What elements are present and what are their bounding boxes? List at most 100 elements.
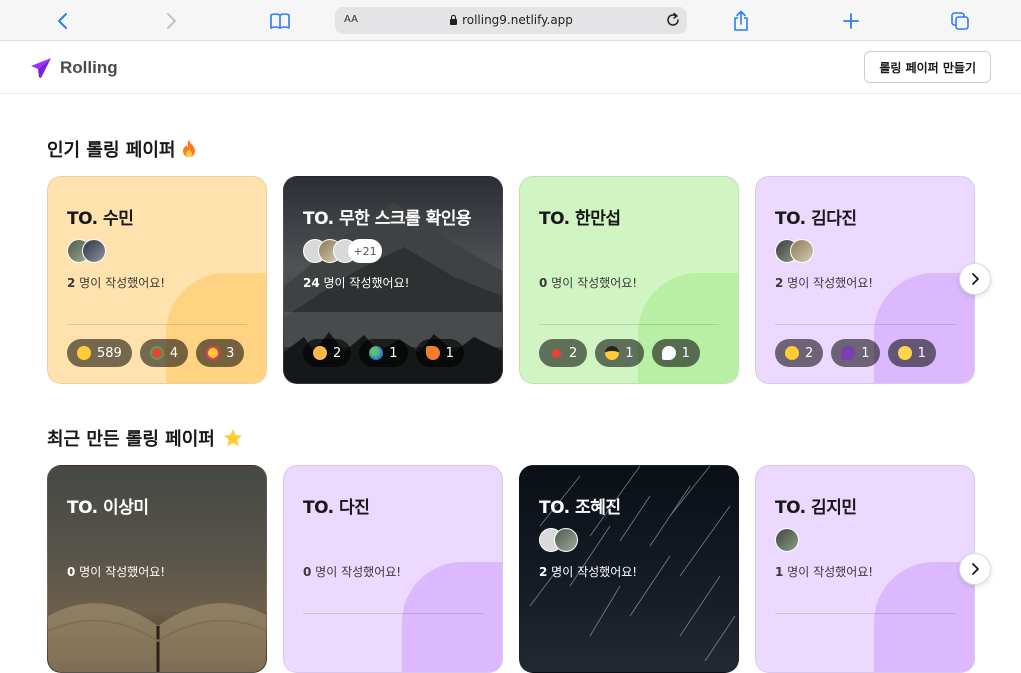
card-recipient: TO. 김지민 [775,498,857,518]
new-tab-icon[interactable] [839,9,863,33]
card-decoration [402,562,502,672]
rolling-card[interactable]: TO. 조혜진 2 명이 작성했어요! [519,465,739,673]
reaction-list: 2 1 1 [539,339,708,367]
reaction-count: 2 [333,345,342,361]
rolling-card[interactable]: TO. 이상미 0 명이 작성했어요! [47,465,267,673]
app-header: Rolling 롤링 페이퍼 만들기 [0,41,1021,94]
writer-count-suffix: 명이 작성했어요! [319,276,410,290]
reaction-count: 1 [389,345,398,361]
globe-icon [369,346,384,360]
fire-icon [181,139,197,159]
eggplant-icon [841,346,856,360]
reload-icon[interactable] [665,12,681,32]
rolling-card[interactable]: TO. 한만섭 0 명이 작성했어요! 2 1 1 [519,176,739,384]
reaction-badge[interactable]: 589 [67,339,132,367]
avatar [554,528,578,552]
reaction-list: 589 4 3 [67,339,252,367]
reaction-badge[interactable]: 1 [595,339,644,367]
card-decoration [874,273,974,383]
recent-section-title: 최근 만든 롤링 페이퍼 [47,425,243,451]
url-text: rolling9.netlify.app [462,13,573,27]
card-recipient: TO. 한만섭 [539,209,621,229]
reaction-badge[interactable]: 1 [887,339,936,367]
rolling-card[interactable]: TO. 김다진 2 명이 작성했어요! 2 1 1 [755,176,975,384]
reaction-badge[interactable]: 2 [539,339,588,367]
reaction-badge[interactable]: 4 [139,339,189,367]
divider [67,324,247,325]
smiling-face-icon [897,346,912,360]
writer-count-suffix: 명이 작성했어요! [547,276,638,290]
reaction-badge[interactable]: 2 [775,339,824,367]
divider [539,324,719,325]
popular-next-arrow-button[interactable] [959,263,991,295]
browser-toolbar: AA rolling9.netlify.app [0,0,1021,41]
heart-eyes-icon [206,346,221,360]
back-icon[interactable] [50,9,74,33]
writer-count-suffix: 명이 작성했어요! [311,565,402,579]
reaction-badge[interactable]: 1 [415,339,464,367]
divider [303,613,483,614]
more-writers-badge: +21 [348,239,382,263]
reaction-count: 2 [569,345,578,361]
reaction-count: 589 [97,345,122,361]
writer-avatars [539,528,578,552]
reaction-badge[interactable]: 1 [831,339,880,367]
carrot-icon [425,346,440,360]
reaction-badge[interactable]: 1 [359,339,408,367]
url-display[interactable]: rolling9.netlify.app [335,13,687,27]
card-recipient: TO. 수민 [67,209,134,229]
reaction-count: 1 [917,345,926,361]
rolling-card[interactable]: TO. 무한 스크롤 확인용 +21 24 명이 작성했어요! 2 1 1 [283,176,503,384]
grinning-face-icon [77,346,91,360]
reaction-badge[interactable]: 1 [651,339,700,367]
card-decoration [166,273,266,383]
address-bar[interactable]: AA rolling9.netlify.app [335,7,687,34]
card-recipient: TO. 이상미 [67,498,149,518]
make-rolling-paper-button[interactable]: 롤링 페이퍼 만들기 [864,51,991,83]
popular-title-text: 인기 롤링 페이퍼 [47,140,176,161]
writer-avatars [67,239,106,263]
chevron-right-icon [972,563,979,575]
popular-section-title: 인기 롤링 페이퍼 [47,136,197,162]
writer-count-suffix: 명이 작성했어요! [783,565,874,579]
speech-bubble-icon [661,346,676,360]
writer-count-text: 2 명이 작성했어요! [775,274,873,291]
reaction-badge[interactable]: 2 [303,339,352,367]
rolling-card[interactable]: TO. 다진 0 명이 작성했어요! [283,465,503,673]
card-recipient: TO. 조혜진 [539,498,621,518]
share-icon[interactable] [729,9,753,33]
rolling-card[interactable]: TO. 김지민 1 명이 작성했어요! [755,465,975,673]
avatar [790,239,814,263]
writer-count-text: 2 명이 작성했어요! [67,274,165,291]
reaction-count: 1 [625,345,634,361]
writer-count-text: 2 명이 작성했어요! [539,563,637,580]
divider [775,613,955,614]
rolling-card[interactable]: TO. 수민 2 명이 작성했어요! 589 4 3 [47,176,267,384]
logo[interactable]: Rolling [30,57,118,79]
card-recipient: TO. 다진 [303,498,370,518]
logo-text: Rolling [60,58,118,77]
bookmarks-icon[interactable] [268,9,292,33]
card-decoration [874,562,974,672]
writer-avatars [775,528,799,552]
reaction-count: 2 [805,345,814,361]
star-icon [223,428,243,448]
writer-count-text: 0 명이 작성했어요! [67,563,165,580]
writer-count-text: 0 명이 작성했어요! [539,274,637,291]
writer-count-text: 1 명이 작성했어요! [775,563,873,580]
paper-plane-icon [31,58,51,78]
reaction-count: 1 [861,345,870,361]
reaction-badge[interactable]: 3 [196,339,245,367]
avatar [82,239,106,263]
card-recipient: TO. 무한 스크롤 확인용 [303,209,472,229]
writer-count: 24 [303,276,320,290]
watermelon-icon [149,346,164,360]
reaction-count: 3 [226,345,235,361]
card-recipient: TO. 김다진 [775,209,857,229]
reaction-count: 1 [445,345,454,361]
tabs-overview-icon[interactable] [948,9,972,33]
forward-icon[interactable] [160,9,184,33]
recent-next-arrow-button[interactable] [959,553,991,585]
recent-title-text: 최근 만든 롤링 페이퍼 [47,429,215,450]
chevron-right-icon [972,273,979,285]
